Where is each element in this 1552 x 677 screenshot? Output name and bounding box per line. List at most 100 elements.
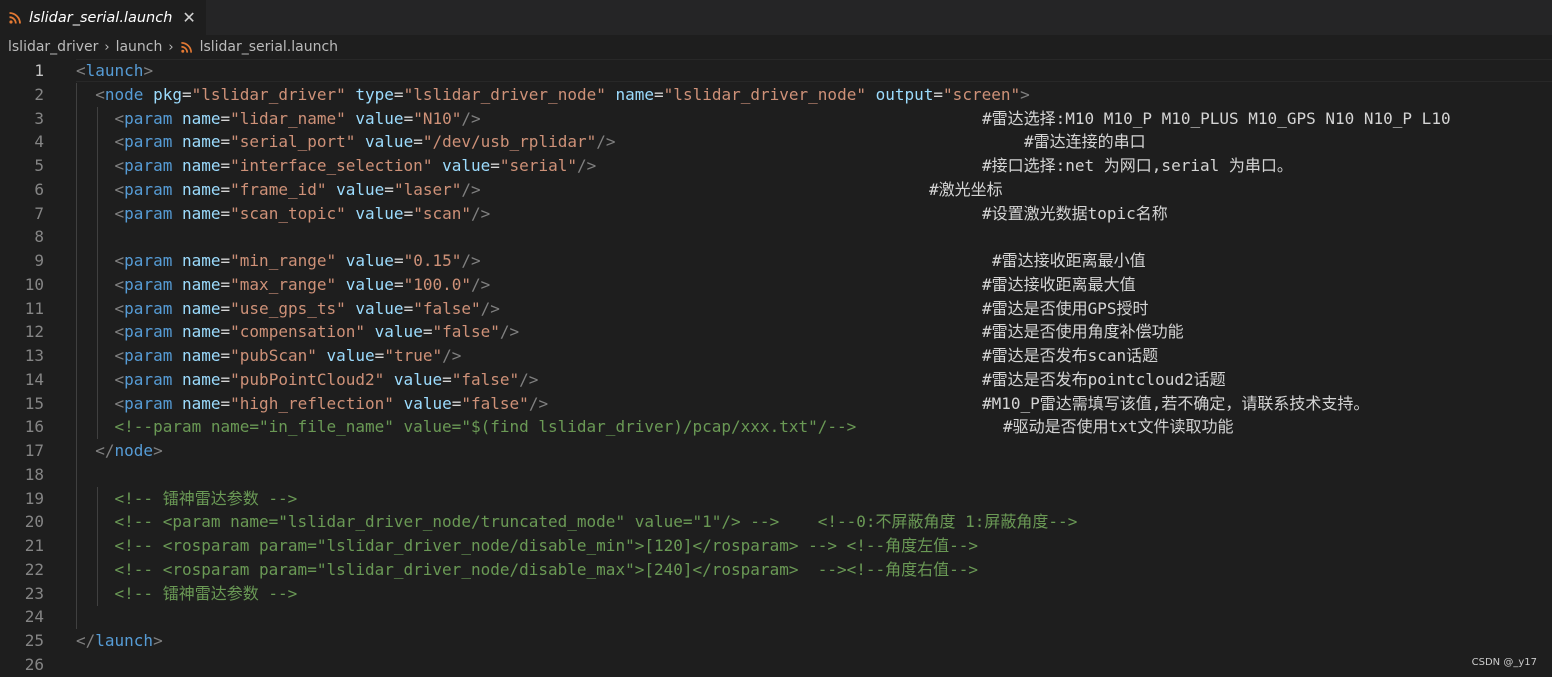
code-line[interactable]: 20 <!-- <param name="lslidar_driver_node… [0,510,1552,535]
code-line[interactable]: 7 <param name="scan_topic" value="scan"/… [0,201,1552,226]
token-str: "use_gps_ts" [230,298,346,318]
token-attr: value [442,156,491,175]
token-br: < [114,156,125,175]
token-str: "false" [413,298,481,318]
code-line[interactable]: 1 <launch> [0,59,1552,83]
code-line[interactable]: 19 <!-- 镭神雷达参数 --> [0,486,1552,511]
code-line[interactable]: 9 <param name="min_range" value="0.15"/>… [0,249,1552,273]
token-txt: = [220,274,231,294]
indent-guide [76,462,77,487]
token-str: "high_reflection" [230,393,394,413]
code-line[interactable]: 11 <param name="use_gps_ts" value="false… [0,296,1552,321]
code-line[interactable]: 2 <node pkg="lslidar_driver" type="lslid… [0,82,1552,107]
token-str: "pubScan" [230,346,317,365]
line-number: 17 [24,441,44,460]
token-br: /> [480,298,500,318]
code-line[interactable]: 24 [0,605,1552,630]
watermark: CSDN @_y17 [1471,657,1537,668]
token-cmt: <!-- 镭神雷达参数 --> [114,488,298,508]
token-str: "min_range" [230,251,337,270]
token-txt: = [451,393,462,413]
line-number: 2 [34,84,44,104]
code-line[interactable]: 23 <!-- 镭神雷达参数 --> [0,581,1552,606]
line-number: 14 [24,369,44,389]
token-attr: value [355,298,404,318]
token-attr: name [181,156,221,175]
token-br: /> [576,156,597,175]
code-text: <!--param name="in_file_name" value="$(f… [76,415,857,439]
token-cmt: <!-- <rosparam param="lslidar_driver_nod… [114,559,979,579]
token-br: < [114,179,125,199]
token-br: /> [461,179,481,199]
tab-lslidar-serial-launch[interactable]: lslidar_serial.launch ✕ [0,0,206,35]
code-line[interactable]: 25 </launch> [0,629,1552,653]
code-line[interactable]: 12 <param name="compensation" value="fal… [0,320,1552,345]
line-number: 13 [24,346,44,365]
token-br: < [114,274,125,294]
breadcrumb-item-launch[interactable]: launch [116,39,163,55]
token-txt: = [384,179,394,199]
code-editor[interactable]: 1 <launch> 2 <node pkg="lslidar_driver" ty… [0,59,1552,677]
code-line[interactable]: 8 [0,225,1552,250]
code-line[interactable]: 18 [0,462,1552,487]
code-line[interactable]: 14 <param name="pubPointCloud2" value="f… [0,367,1552,392]
code-line[interactable]: 26 [0,653,1552,677]
code-line[interactable]: 5 <param name="interface_selection" valu… [0,154,1552,178]
code-line[interactable]: 16 <!--param name="in_file_name" value="… [0,415,1552,440]
token-tag: param [124,132,173,152]
token-attr: value [336,179,385,199]
token-txt: = [393,84,404,104]
breadcrumb-item-file[interactable]: lslidar_serial.launch [200,39,338,55]
token-br: < [114,251,125,270]
inline-annotation: #雷达是否发布scan话题 [982,346,1159,365]
token-tag: launch [85,61,144,80]
code-line[interactable]: 17 </node> [0,439,1552,463]
code-line[interactable]: 13 <param name="pubScan" value="true"/> #… [0,344,1552,368]
indent-guide [76,225,77,250]
line-number: 4 [34,132,44,152]
token-str: "scan" [413,203,471,223]
inline-annotation: #雷达是否使用角度补偿功能 [982,322,1184,342]
code-line[interactable]: 21 <!-- <rosparam param="lslidar_driver_… [0,534,1552,558]
token-txt: = [220,393,231,413]
code-line[interactable]: 10 <param name="max_range" value="100.0"… [0,272,1552,297]
token-attr: value [365,132,414,152]
code-text: <launch> [76,59,153,83]
inline-annotation: #雷达是否发布pointcloud2话题 [982,369,1226,389]
code-line[interactable]: 3 <param name="lidar_name" value="N10"/>… [0,106,1552,131]
token-txt: = [403,298,414,318]
token-br: </ [95,441,115,460]
line-number: 1 [34,61,44,80]
token-tag: param [124,322,173,342]
breadcrumb-item-lslidar-driver[interactable]: lslidar_driver [8,39,98,55]
code-line[interactable]: 22 <!-- <rosparam param="lslidar_driver_… [0,557,1552,582]
line-number: 24 [24,607,44,627]
inline-annotation: #雷达接收距离最小值 [992,251,1146,270]
indent-guide [76,605,77,630]
token-txt: = [220,179,231,199]
code-line[interactable]: 6 <param name="frame_id" value="laser"/>… [0,177,1552,202]
close-icon[interactable]: ✕ [182,9,195,26]
code-line[interactable]: 15 <param name="high_reflection" value="… [0,391,1552,416]
rss-icon [9,11,21,24]
code-line[interactable]: 4 <param name="serial_port" value="/dev/… [0,130,1552,155]
token-attr: name [181,393,221,413]
code-text: </node> [76,439,162,463]
token-str: "lidar_name" [230,108,346,128]
token-str: "100.0" [403,274,472,294]
